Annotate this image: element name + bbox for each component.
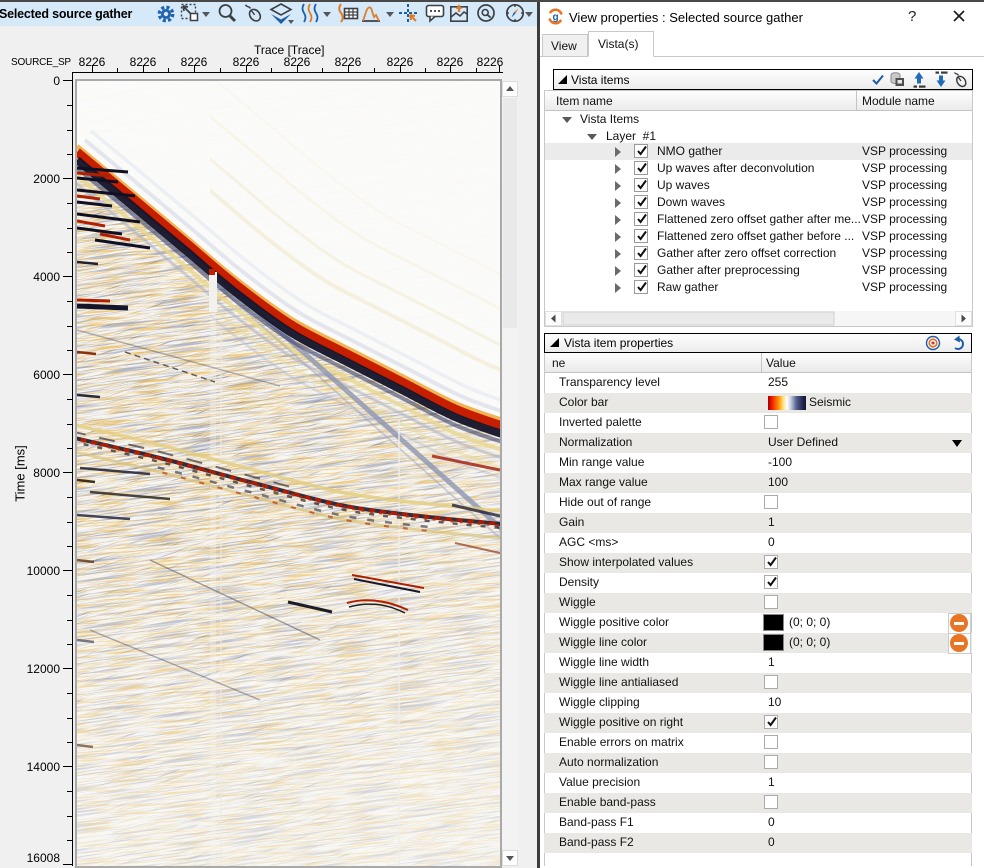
svg-text:g: g	[552, 12, 558, 23]
